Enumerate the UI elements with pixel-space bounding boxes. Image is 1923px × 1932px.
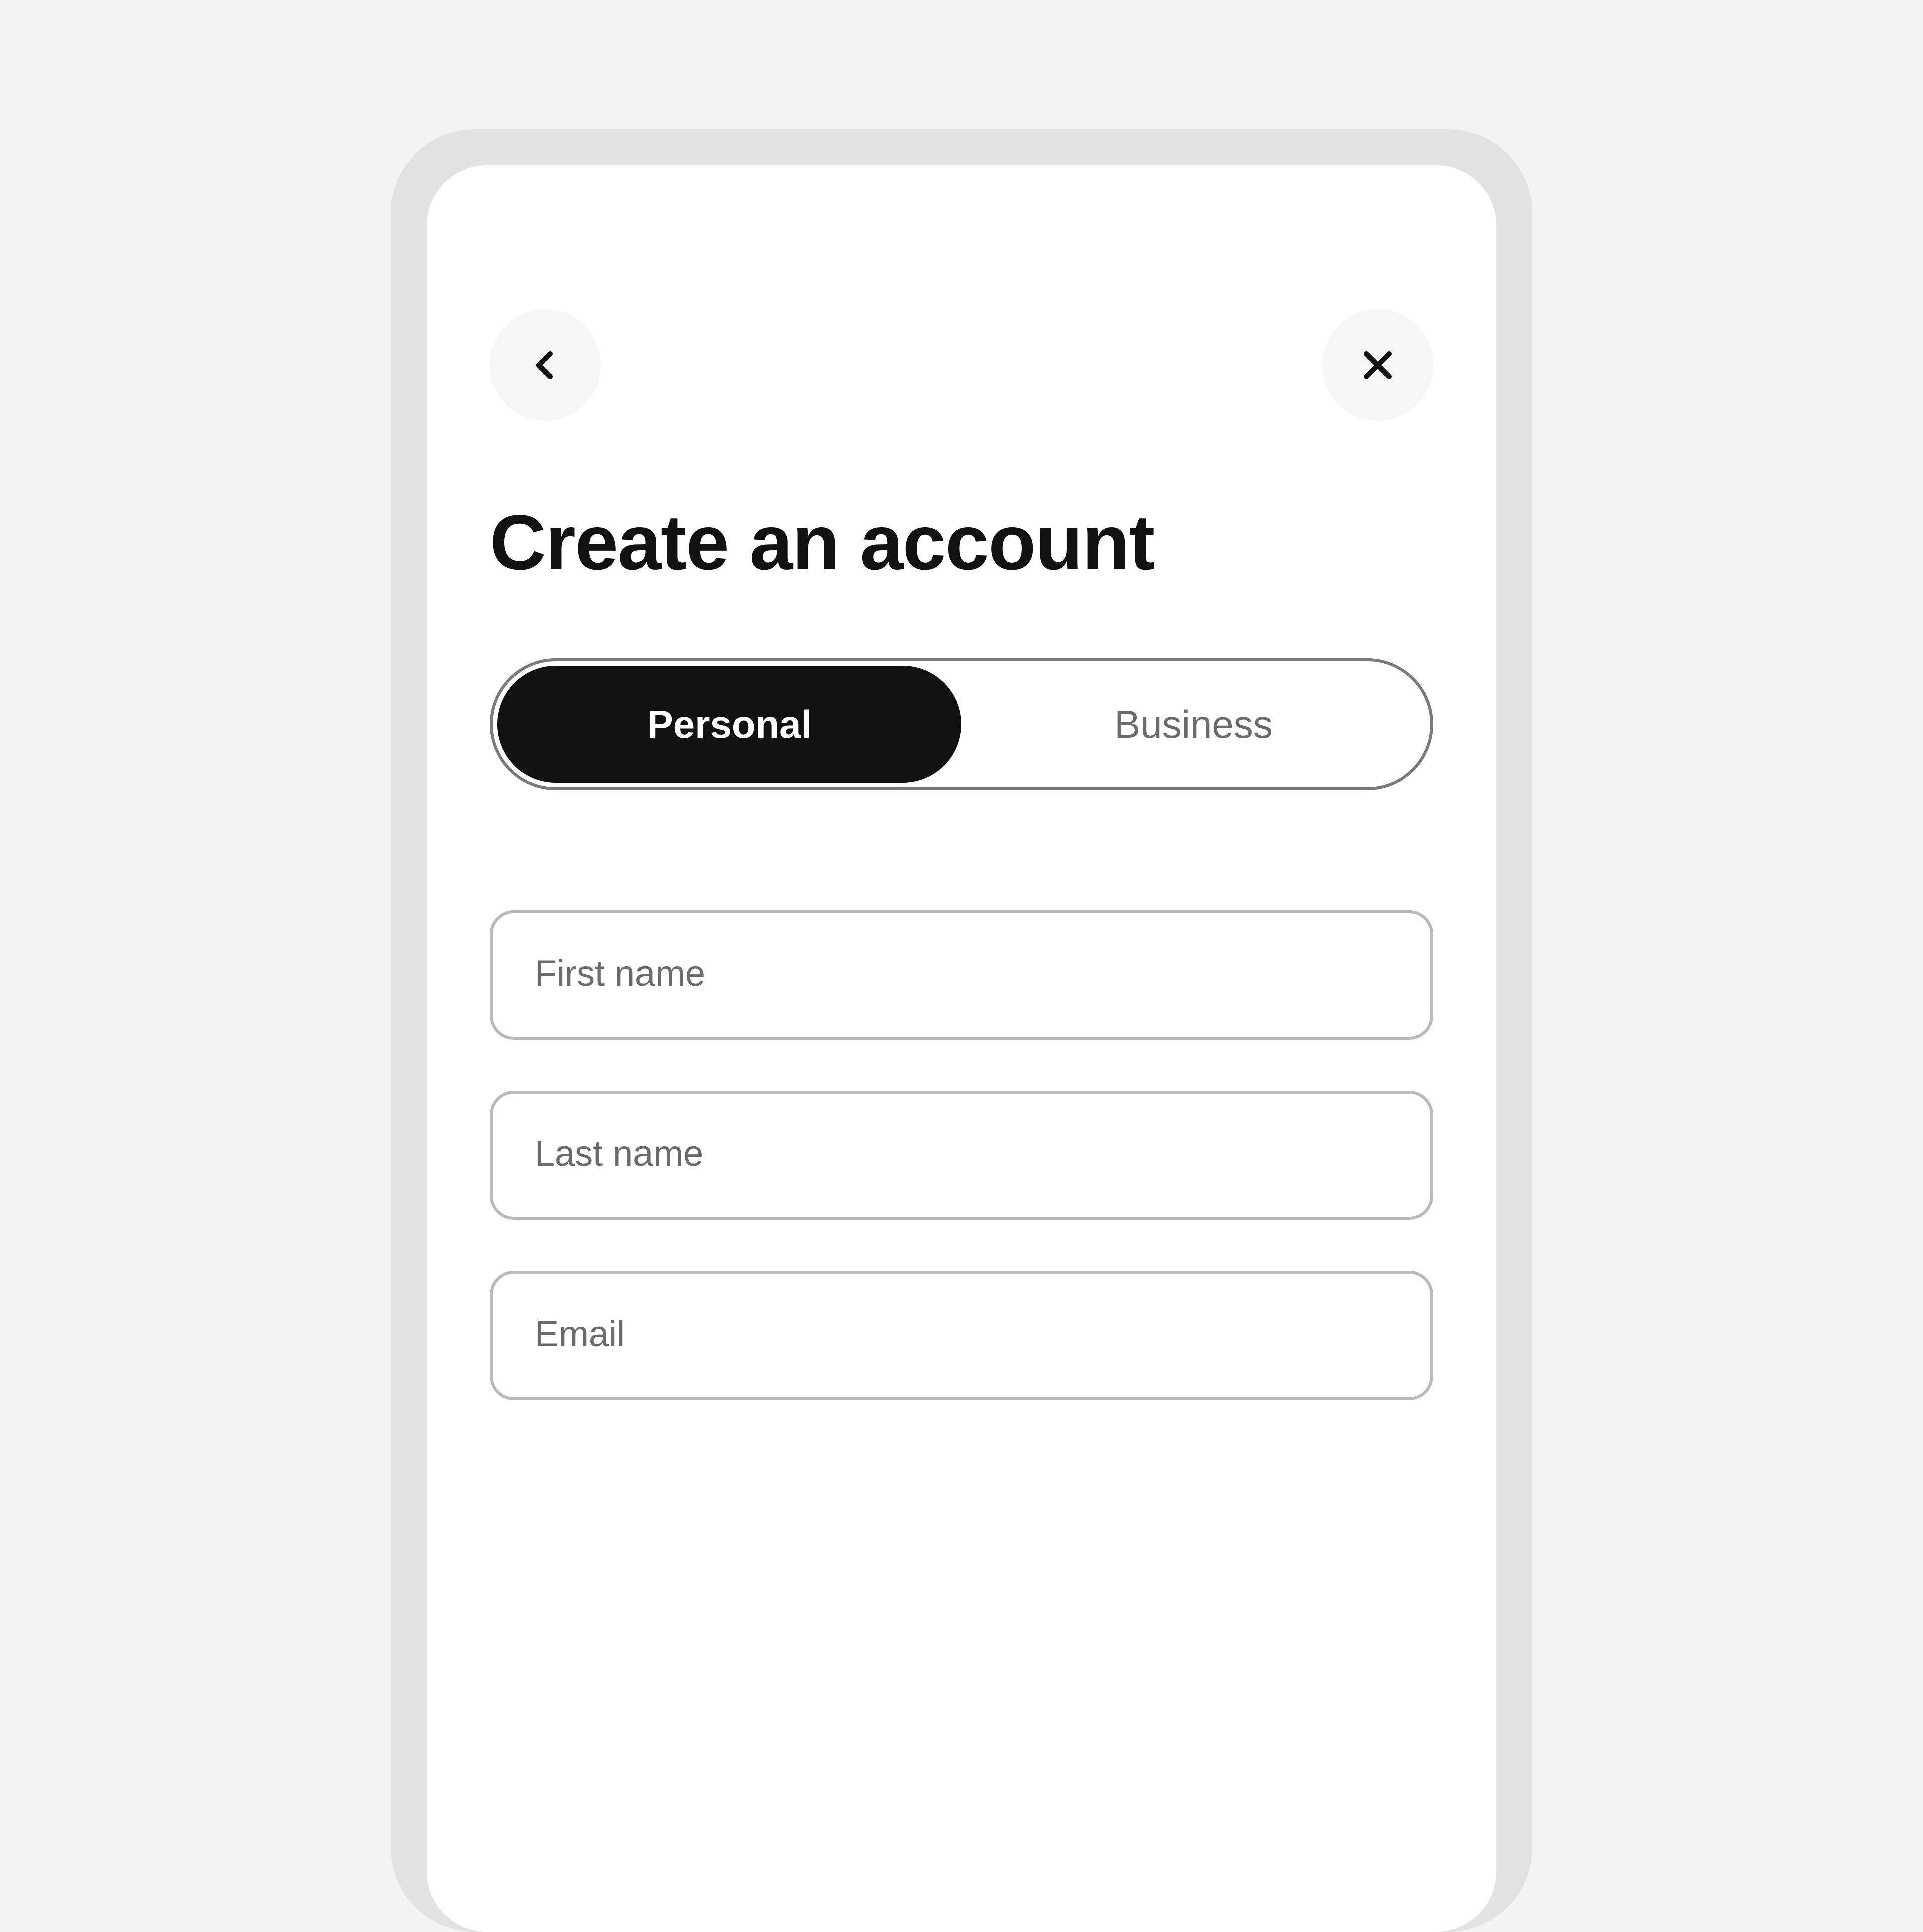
- account-type-toggle: Personal Business: [490, 658, 1433, 790]
- email-field[interactable]: [490, 1271, 1433, 1400]
- page-title: Create an account: [490, 499, 1433, 589]
- account-type-business[interactable]: Business: [961, 666, 1426, 783]
- first-name-field[interactable]: [490, 910, 1433, 1040]
- header-row: [490, 309, 1433, 421]
- account-type-personal-label: Personal: [647, 701, 812, 748]
- account-type-business-label: Business: [1114, 701, 1273, 748]
- close-icon: [1358, 346, 1397, 385]
- back-button[interactable]: [490, 309, 601, 421]
- phone-screen: Create an account Personal Business: [427, 165, 1496, 1932]
- last-name-field[interactable]: [490, 1091, 1433, 1220]
- account-type-personal[interactable]: Personal: [497, 666, 961, 783]
- phone-frame: Create an account Personal Business: [391, 129, 1532, 1932]
- close-button[interactable]: [1322, 309, 1433, 421]
- stage: Create an account Personal Business: [0, 0, 1923, 1385]
- chevron-left-icon: [526, 346, 565, 385]
